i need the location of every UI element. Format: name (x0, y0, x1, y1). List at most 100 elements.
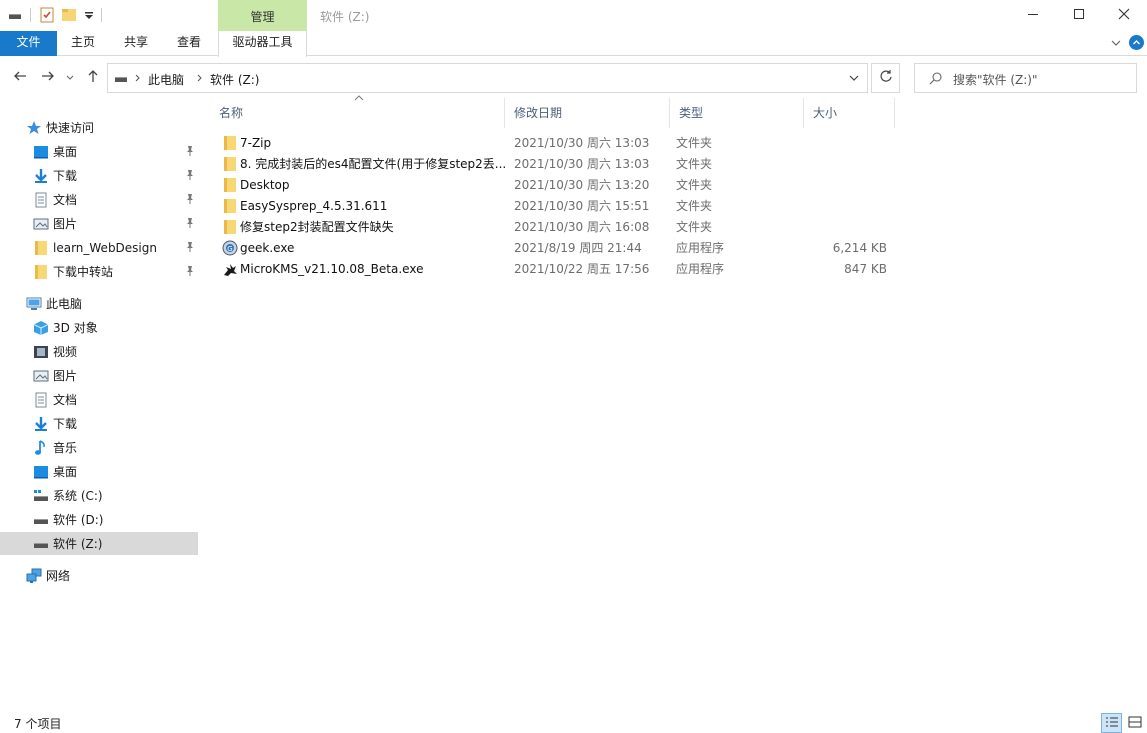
nav-label: 3D 对象 (53, 321, 98, 335)
tab-file[interactable]: 文件 (0, 31, 57, 56)
file-row[interactable]: 8. 完成封装后的es4配置文件(用于修复step2丢... 2021/10/3… (205, 154, 895, 175)
nav-quick-downloads[interactable]: 下载 (0, 164, 198, 187)
tab-home[interactable]: 主页 (62, 31, 104, 56)
nav-quick-access[interactable]: 快速访问 (0, 116, 198, 139)
picture-icon (33, 368, 49, 384)
nav-quick-transfer-station[interactable]: 下载中转站 (0, 260, 198, 283)
file-size (805, 217, 887, 238)
breadcrumb-separator-icon[interactable] (134, 71, 142, 88)
nav-quick-pictures[interactable]: 图片 (0, 212, 198, 235)
picture-icon (33, 216, 49, 232)
file-name: 修复step2封装配置文件缺失 (240, 220, 394, 234)
customize-toolbar-icon[interactable] (83, 9, 95, 21)
forward-button[interactable] (38, 68, 58, 88)
minimize-button[interactable] (1010, 0, 1056, 30)
nav-desktop[interactable]: 桌面 (0, 460, 198, 483)
file-type: 文件夹 (676, 199, 713, 213)
file-row[interactable]: G geek.exe 2021/8/19 周四 21:44 应用程序 6,214… (205, 238, 895, 259)
file-date: 2021/10/30 周六 16:08 (514, 220, 650, 234)
nav-documents[interactable]: 文档 (0, 388, 198, 411)
nav-this-pc[interactable]: 此电脑 (0, 292, 198, 315)
help-button[interactable] (1129, 35, 1144, 50)
chevron-down-icon (848, 73, 860, 87)
address-bar[interactable]: 此电脑 软件 (Z:) (107, 63, 868, 93)
file-type: 文件夹 (676, 157, 713, 171)
file-type: 应用程序 (676, 262, 725, 276)
column-header-date[interactable]: 修改日期 (505, 98, 670, 128)
nav-label: 文档 (53, 393, 78, 407)
arrow-left-icon (13, 69, 27, 87)
computer-icon (26, 296, 42, 312)
drive-icon[interactable] (8, 8, 22, 22)
nav-label: 下载 (53, 417, 78, 431)
nav-downloads[interactable]: 下载 (0, 412, 198, 435)
large-icons-view-button[interactable] (1124, 713, 1145, 733)
nav-drive-z[interactable]: 软件 (Z:) (0, 532, 198, 555)
arrow-up-icon (86, 69, 100, 87)
refresh-button[interactable] (871, 63, 900, 93)
column-header-size[interactable]: 大小 (804, 98, 895, 128)
large-icons-view-icon (1128, 716, 1142, 731)
nav-videos[interactable]: 视频 (0, 340, 198, 363)
back-button[interactable] (10, 68, 30, 88)
tab-view[interactable]: 查看 (168, 31, 210, 56)
new-folder-icon[interactable] (61, 7, 77, 23)
toolbar-divider (101, 8, 102, 22)
expand-ribbon-button[interactable] (1110, 37, 1122, 49)
column-header-type[interactable]: 类型 (670, 98, 804, 128)
close-button[interactable] (1101, 0, 1147, 30)
file-date: 2021/10/30 周六 15:51 (514, 199, 650, 213)
nav-music[interactable]: 音乐 (0, 436, 198, 459)
video-icon (33, 344, 49, 360)
nav-label: 下载 (53, 169, 78, 183)
pin-icon[interactable] (184, 265, 196, 277)
nav-quick-documents[interactable]: 文档 (0, 188, 198, 211)
maximize-button[interactable] (1056, 0, 1102, 30)
nav-quick-learn-webdesign[interactable]: learn_WebDesign (0, 236, 198, 259)
network-icon (26, 568, 42, 584)
breadcrumb-separator-icon[interactable] (196, 71, 204, 88)
file-row[interactable]: EasySysprep_4.5.31.611 2021/10/30 周六 15:… (205, 196, 895, 217)
tab-drive-tools[interactable]: 驱动器工具 (218, 31, 307, 57)
nav-label: 网络 (46, 569, 71, 583)
nav-pictures[interactable]: 图片 (0, 364, 198, 387)
breadcrumb-this-pc[interactable]: 此电脑 (148, 71, 184, 88)
details-view-button[interactable] (1101, 713, 1122, 733)
geek-app-icon: G (222, 240, 238, 256)
file-list: 名称 修改日期 类型 大小 7-Zip 2021/10/30 周六 13:03 … (205, 95, 1147, 705)
pin-icon[interactable] (184, 217, 196, 229)
nav-label: 快速访问 (46, 121, 95, 135)
up-button[interactable] (83, 68, 103, 88)
folder-icon (33, 240, 49, 256)
recent-locations-button[interactable] (63, 68, 77, 88)
close-icon (1118, 8, 1130, 23)
pin-icon[interactable] (184, 241, 196, 253)
file-row[interactable]: MicroKMS_v21.10.08_Beta.exe 2021/10/22 周… (205, 259, 895, 280)
pin-icon[interactable] (184, 193, 196, 205)
pin-icon[interactable] (184, 169, 196, 181)
minimize-icon (1027, 8, 1039, 23)
nav-network[interactable]: 网络 (0, 564, 198, 587)
search-box[interactable]: 搜索"软件 (Z:)" (914, 63, 1137, 93)
breadcrumb-current-drive[interactable]: 软件 (Z:) (210, 71, 259, 88)
file-row[interactable]: 修复step2封装配置文件缺失 2021/10/30 周六 16:08 文件夹 (205, 217, 895, 238)
file-row[interactable]: Desktop 2021/10/30 周六 13:20 文件夹 (205, 175, 895, 196)
folder-icon (222, 135, 238, 151)
nav-drive-c[interactable]: 系统 (C:) (0, 484, 198, 507)
nav-3d-objects[interactable]: 3D 对象 (0, 316, 198, 339)
item-count: 7 个项目 (14, 717, 62, 731)
properties-icon[interactable] (39, 7, 55, 23)
svg-text:G: G (227, 245, 232, 253)
folder-icon (33, 264, 49, 280)
nav-quick-desktop[interactable]: 桌面 (0, 140, 198, 163)
nav-drive-d[interactable]: 软件 (D:) (0, 508, 198, 531)
file-type: 文件夹 (676, 136, 713, 150)
search-input[interactable]: 搜索"软件 (Z:)" (953, 71, 1037, 88)
pin-icon[interactable] (184, 145, 196, 157)
column-header-name[interactable]: 名称 (210, 98, 505, 128)
tab-share[interactable]: 共享 (115, 31, 157, 56)
file-name: Desktop (240, 178, 290, 192)
address-history-dropdown[interactable] (848, 72, 860, 87)
details-view-icon (1105, 716, 1119, 731)
file-row[interactable]: 7-Zip 2021/10/30 周六 13:03 文件夹 (205, 133, 895, 154)
